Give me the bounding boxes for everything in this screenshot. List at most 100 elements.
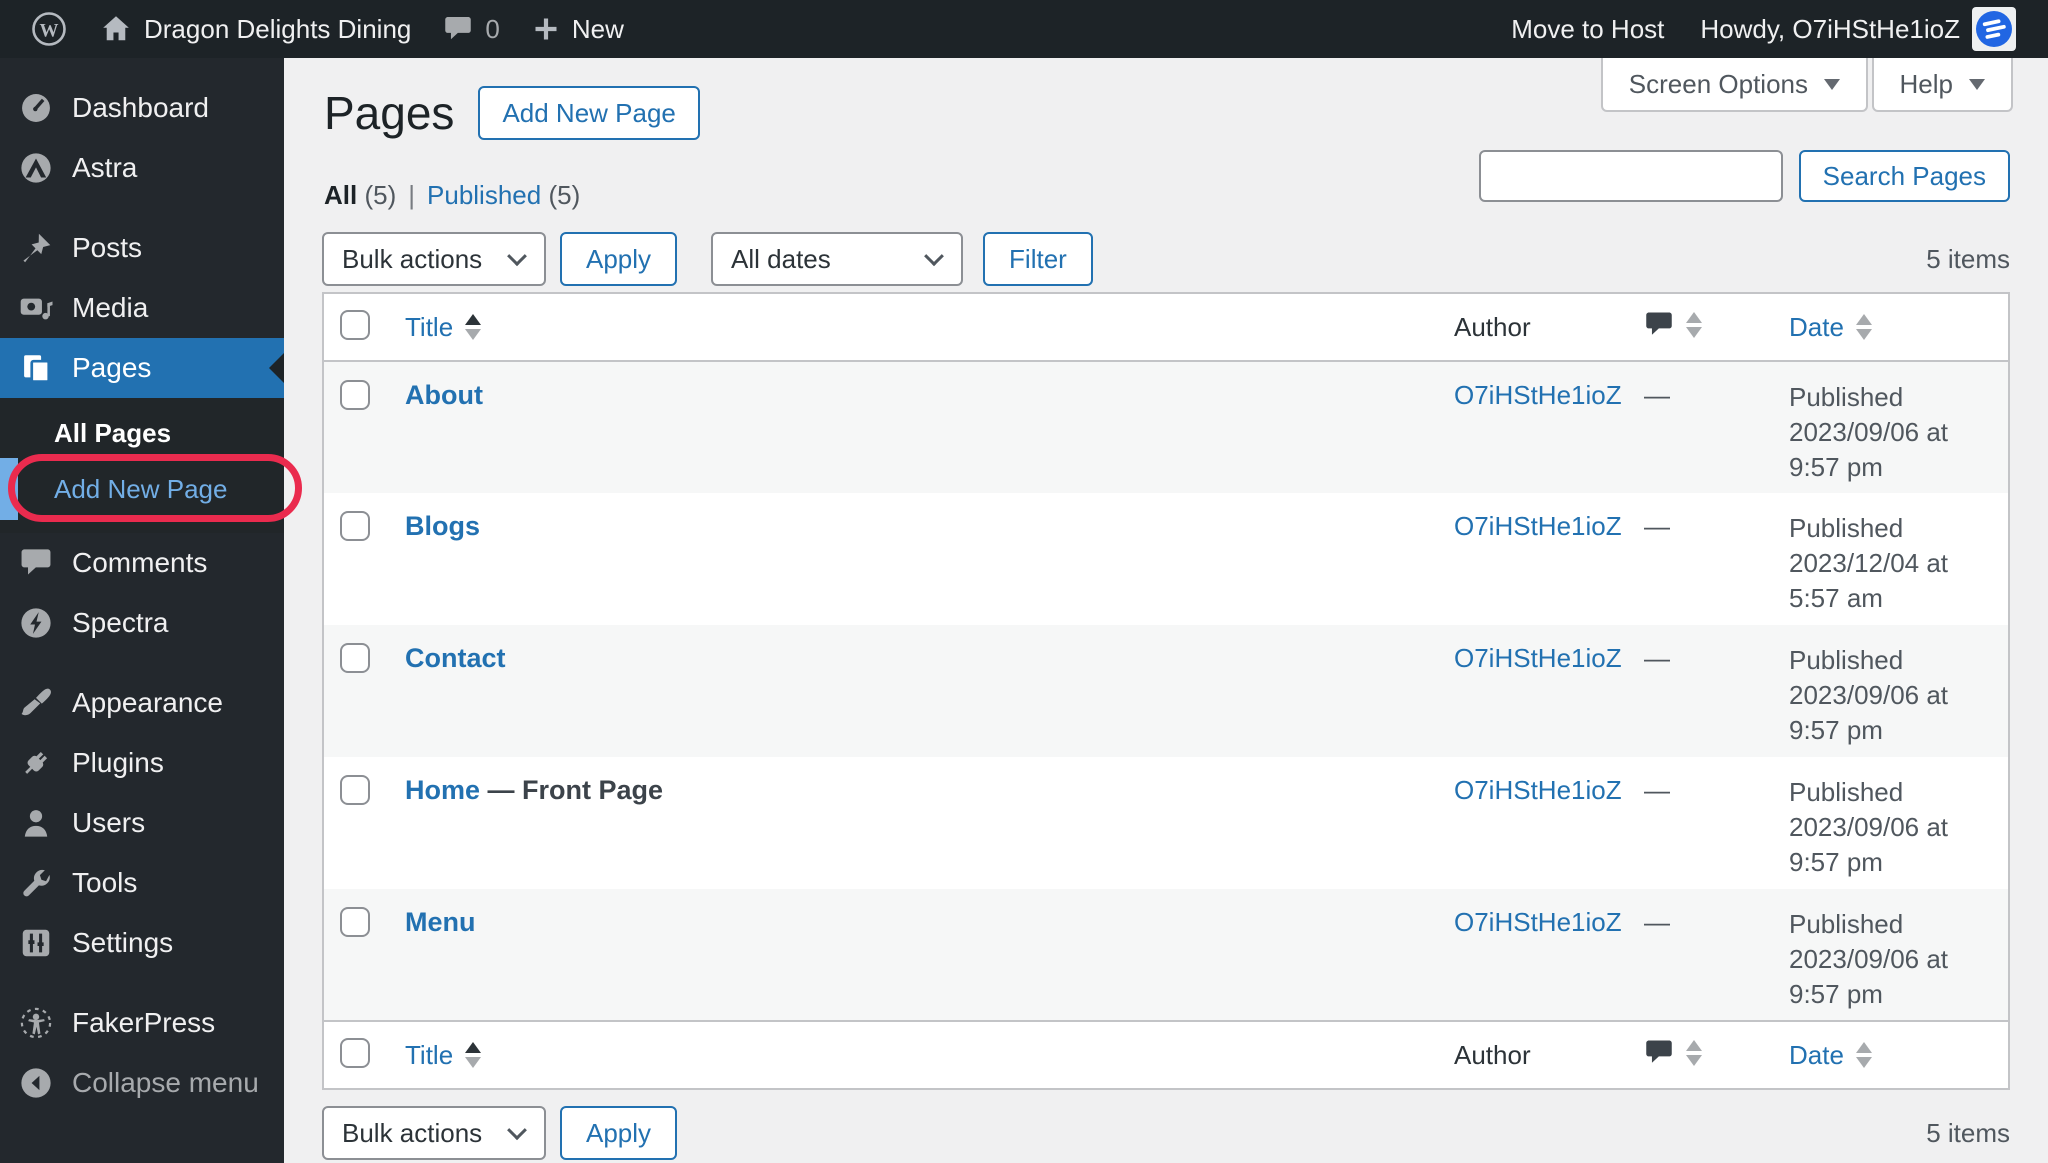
- sidebar-item-media[interactable]: Media: [0, 278, 284, 338]
- sidebar-label: Comments: [72, 547, 208, 578]
- wordpress-logo[interactable]: W: [14, 0, 84, 58]
- date-column-label: Date: [1789, 311, 1844, 342]
- select-row-checkbox[interactable]: [340, 907, 370, 937]
- author-link[interactable]: O7iHStHe1ioZ: [1454, 643, 1622, 673]
- view-published-count: (5): [548, 180, 581, 210]
- page-link[interactable]: About: [405, 380, 483, 410]
- sort-by-comments-link[interactable]: [1644, 1039, 1702, 1066]
- sidebar-item-settings[interactable]: Settings: [0, 913, 284, 973]
- select-row-checkbox[interactable]: [340, 380, 370, 410]
- view-published-link[interactable]: Published (5): [427, 180, 580, 211]
- selected-menu-arrow: [269, 353, 284, 383]
- sidebar-item-fakerpress[interactable]: FakerPress: [0, 993, 284, 1053]
- page-link[interactable]: Menu: [405, 907, 476, 937]
- author-link[interactable]: O7iHStHe1ioZ: [1454, 775, 1622, 805]
- table-row: Home — Front Page O7iHStHe1ioZ — Publish…: [323, 757, 2009, 889]
- sidebar-item-users[interactable]: Users: [0, 793, 284, 853]
- comments-value: —: [1644, 775, 1670, 805]
- sidebar-label: Posts: [72, 232, 143, 263]
- bulk-actions-select[interactable]: Bulk actions: [322, 1106, 546, 1160]
- author-column-label: Author: [1454, 1039, 1531, 1070]
- wordpress-logo-icon: W: [30, 10, 68, 48]
- select-all-checkbox[interactable]: [340, 1037, 370, 1068]
- sidebar-item-astra[interactable]: Astra: [0, 138, 284, 198]
- help-button[interactable]: Help: [1871, 58, 2013, 112]
- sidebar-item-spectra[interactable]: Spectra: [0, 593, 284, 653]
- filter-button[interactable]: Filter: [983, 232, 1093, 286]
- screen-options-label: Screen Options: [1628, 68, 1808, 99]
- sidebar-item-pages[interactable]: Pages: [0, 338, 284, 398]
- admin-bar-left: W Dragon Delights Dining 0 New: [14, 0, 640, 58]
- plus-icon: [532, 15, 560, 43]
- sidebar-item-comments[interactable]: Comments: [0, 533, 284, 593]
- page-link[interactable]: Blogs: [405, 511, 480, 541]
- add-new-page-button[interactable]: Add New Page: [478, 86, 700, 140]
- sort-by-date-link[interactable]: Date: [1789, 1040, 1872, 1071]
- sort-by-title-link[interactable]: Title: [405, 1040, 482, 1071]
- author-link[interactable]: O7iHStHe1ioZ: [1454, 511, 1622, 541]
- sidebar-separator: [0, 198, 284, 218]
- comment-icon: [18, 545, 54, 581]
- sidebar-label: Collapse menu: [72, 1067, 259, 1098]
- sort-by-title-link[interactable]: Title: [405, 312, 482, 343]
- sidebar-label: Tools: [72, 867, 138, 898]
- table-footer: Title Author Date: [323, 1021, 2009, 1089]
- submenu-all-pages[interactable]: All Pages: [0, 406, 284, 461]
- comment-column-icon: [1646, 1040, 1672, 1063]
- settings-icon: [18, 925, 54, 961]
- screen-options-button[interactable]: Screen Options: [1600, 58, 1868, 112]
- view-all-link[interactable]: All (5): [324, 180, 396, 211]
- move-to-host-link[interactable]: Move to Host: [1493, 0, 1682, 58]
- admin-bar-comments[interactable]: 0: [427, 0, 515, 58]
- table-row: Contact O7iHStHe1ioZ — Published 2023/09/…: [323, 625, 2009, 757]
- site-name-link[interactable]: Dragon Delights Dining: [84, 0, 427, 58]
- comments-value: —: [1644, 907, 1670, 937]
- select-row-checkbox[interactable]: [340, 643, 370, 673]
- sidebar-item-posts[interactable]: Posts: [0, 218, 284, 278]
- page-link[interactable]: Home: [405, 775, 480, 805]
- sidebar-label: FakerPress: [72, 1007, 216, 1038]
- view-separator: |: [408, 180, 416, 210]
- howdy-label: Howdy, O7iHStHe1ioZ: [1700, 13, 1960, 44]
- howdy-account-link[interactable]: Howdy, O7iHStHe1ioZ: [1682, 0, 2034, 58]
- sidebar-label: Settings: [72, 927, 174, 958]
- select-row-checkbox[interactable]: [340, 775, 370, 805]
- search-pages-button[interactable]: Search Pages: [1798, 150, 2010, 202]
- apply-button[interactable]: Apply: [560, 232, 678, 286]
- pages-table: Title Author Date About O7iHStHe1ioZ — P…: [322, 292, 2010, 1090]
- sidebar-item-collapse-menu[interactable]: Collapse menu: [0, 1053, 284, 1113]
- sidebar-item-plugins[interactable]: Plugins: [0, 733, 284, 793]
- admin-bar-new[interactable]: New: [516, 0, 640, 58]
- sidebar-item-dashboard[interactable]: Dashboard: [0, 78, 284, 138]
- comments-value: —: [1644, 643, 1670, 673]
- sidebar-label: Plugins: [72, 747, 164, 778]
- wrench-icon: [18, 865, 54, 901]
- sidebar-item-appearance[interactable]: Appearance: [0, 673, 284, 733]
- search-input[interactable]: [1478, 150, 1783, 202]
- search-area: Search Pages: [1478, 150, 2010, 202]
- author-link[interactable]: O7iHStHe1ioZ: [1454, 380, 1622, 410]
- submenu-add-new-page[interactable]: Add New Page: [0, 474, 227, 505]
- select-row-checkbox[interactable]: [340, 511, 370, 541]
- apply-button[interactable]: Apply: [560, 1106, 678, 1160]
- admin-bar: W Dragon Delights Dining 0 New Move to H…: [0, 0, 2048, 58]
- media-icon: [18, 290, 54, 326]
- tablenav-top: Bulk actions Apply All dates Filter 5 it…: [322, 232, 2010, 286]
- sort-by-date-link[interactable]: Date: [1789, 312, 1872, 343]
- avatar: [1972, 7, 2016, 51]
- view-all-count: (5): [364, 180, 397, 210]
- select-all-checkbox[interactable]: [340, 309, 370, 340]
- page-link[interactable]: Contact: [405, 643, 506, 673]
- comments-value: —: [1644, 511, 1670, 541]
- date-cell: Published 2023/09/06 at 9:57 pm: [1789, 909, 1949, 1009]
- bulk-actions-value: Bulk actions: [342, 1117, 483, 1148]
- author-link[interactable]: O7iHStHe1ioZ: [1454, 907, 1622, 937]
- sort-by-comments-link[interactable]: [1644, 311, 1702, 338]
- date-filter-select[interactable]: All dates: [711, 232, 964, 286]
- bulk-actions-select[interactable]: Bulk actions: [322, 232, 546, 286]
- content-area: Screen Options Help Pages Add New Page S…: [284, 58, 2048, 1163]
- wordpress-admin-pages-screen: W Dragon Delights Dining 0 New Move to H…: [0, 0, 2048, 1163]
- sidebar-separator: [0, 653, 284, 673]
- sidebar-item-tools[interactable]: Tools: [0, 853, 284, 913]
- sidebar-label: Astra: [72, 152, 138, 183]
